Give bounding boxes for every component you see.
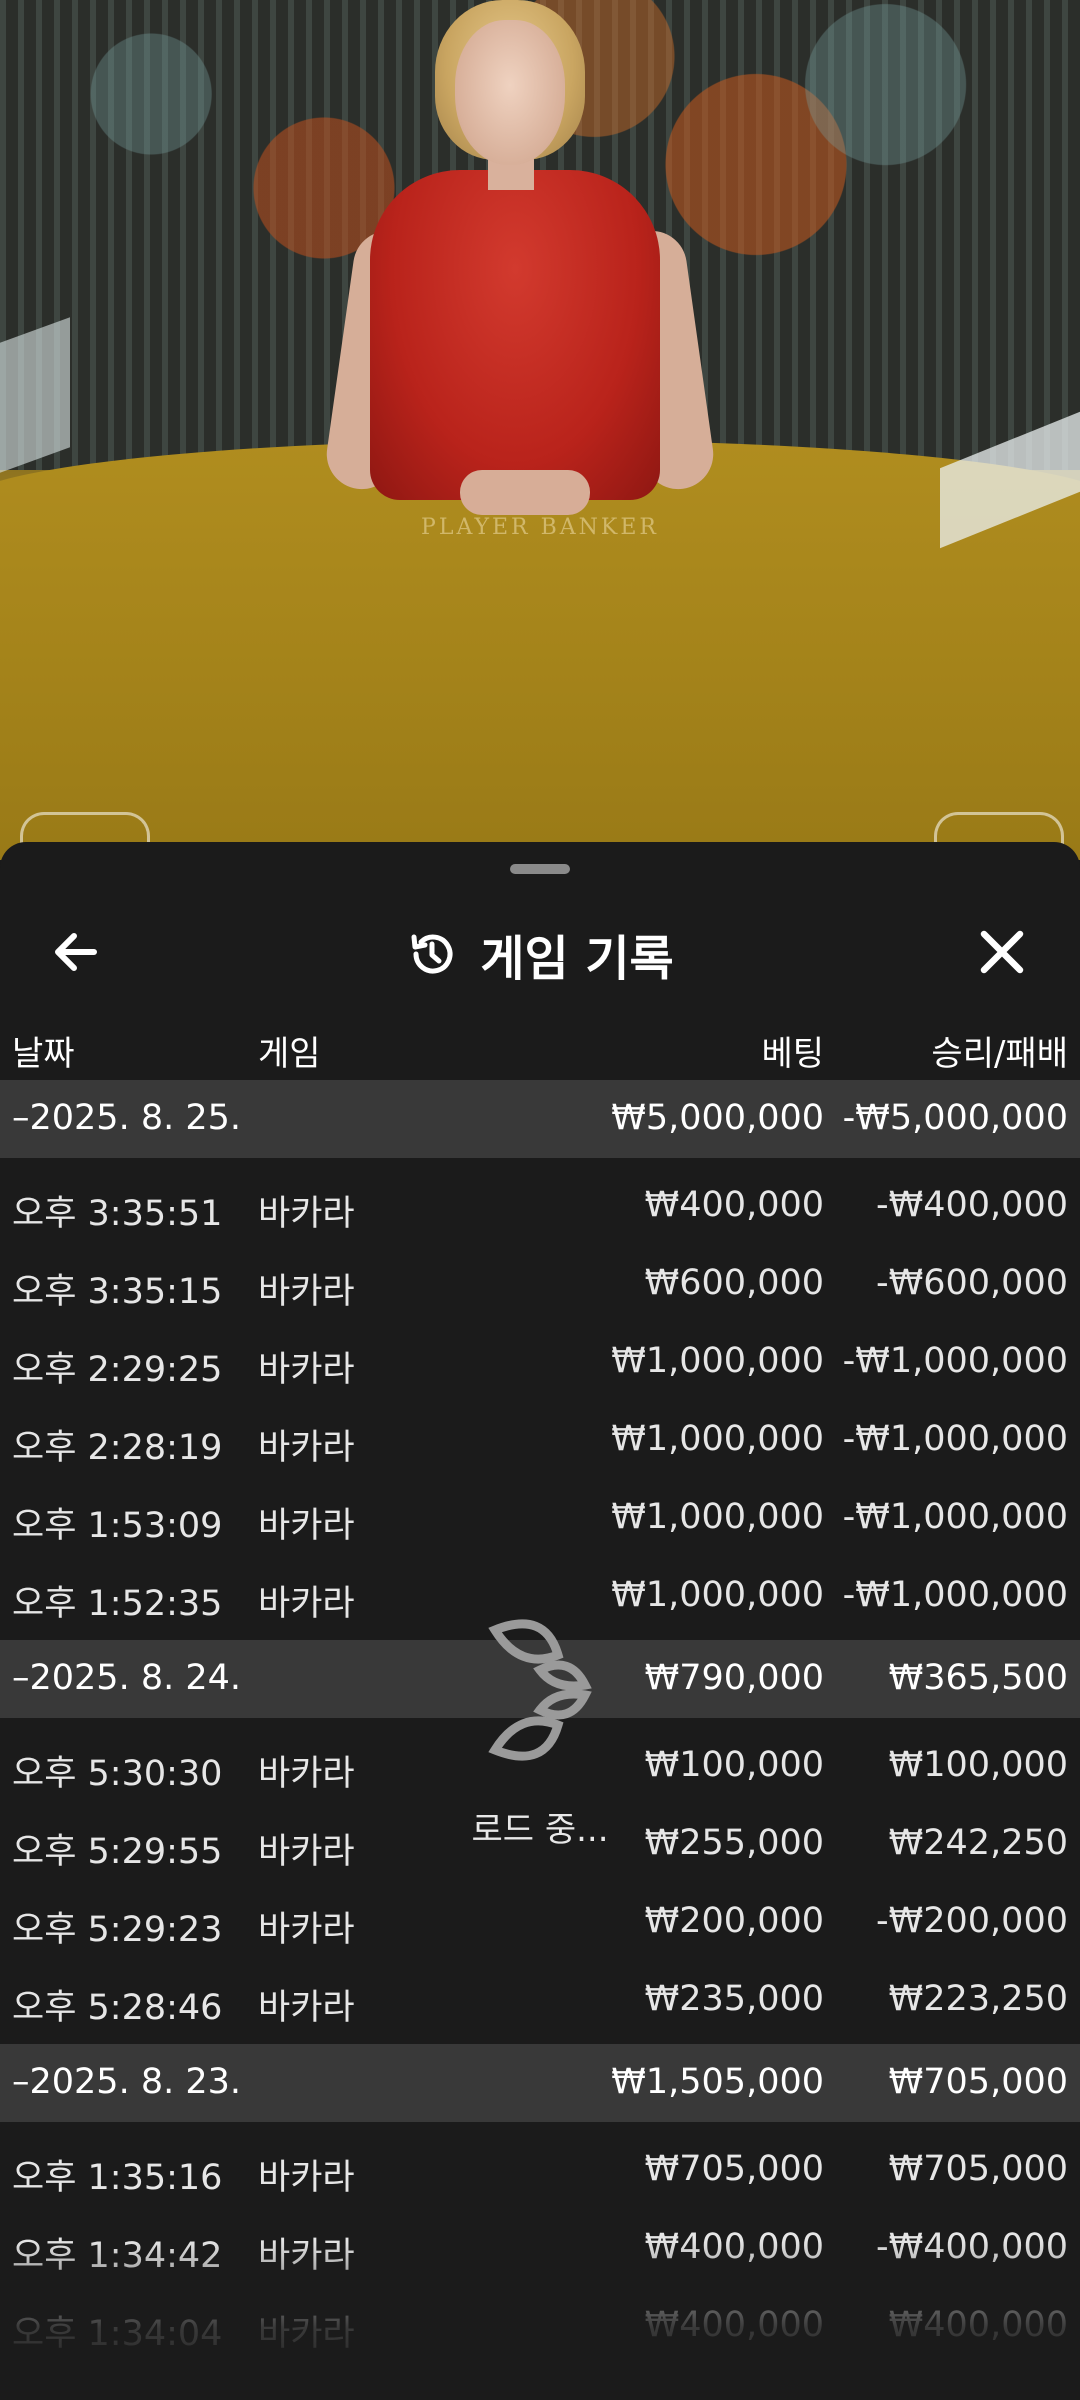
date-group-header[interactable]: –2025. 8. 23. ₩1,505,000 ₩705,000 [0,2044,1080,2122]
row-game: 바카라 [258,1754,355,1794]
group-bet-total: ₩1,505,000 [611,2062,824,2102]
row-result: -₩400,000 [876,2227,1068,2267]
live-video-stream: PLAYER BANKER [0,0,1080,860]
row-game: 바카라 [258,1194,355,1234]
row-time: 오후 1:35:16 [12,2158,223,2198]
column-result[interactable]: 승리/패배 [931,1026,1068,1075]
row-game: 바카라 [258,1584,355,1624]
sheet-grabber[interactable] [510,864,570,874]
loading-indicator: 로드 중... [450,1600,630,1850]
history-row[interactable]: 오후 2:28:19 바카라 ₩1,000,000 -₩1,000,000 [0,1399,1080,1477]
row-result: ₩223,250 [888,1979,1068,2019]
group-date: –2025. 8. 25. [12,1098,242,1138]
row-result: ₩100,000 [888,1745,1068,1785]
date-group-header[interactable]: –2025. 8. 25. ₩5,000,000 -₩5,000,000 [0,1080,1080,1158]
row-bet: ₩400,000 [644,1185,824,1225]
row-result: -₩1,000,000 [842,1575,1068,1615]
column-game[interactable]: 게임 [258,1026,321,1075]
row-time: 오후 1:34:42 [12,2236,223,2276]
row-result: -₩200,000 [876,1901,1068,1941]
history-row[interactable]: 오후 5:29:23 바카라 ₩200,000 -₩200,000 [0,1881,1080,1959]
column-date[interactable]: 날짜 [12,1026,75,1075]
close-icon [980,930,1024,974]
row-bet: ₩1,000,000 [611,1497,824,1537]
row-time: 오후 2:29:25 [12,1350,223,1390]
card-shoe [0,317,70,473]
row-result: -₩1,000,000 [842,1497,1068,1537]
history-clock-icon [411,934,453,974]
group-result-total: ₩365,500 [888,1658,1068,1698]
loading-text: 로드 중... [471,1810,609,1850]
row-bet: ₩1,000,000 [611,1419,824,1459]
row-bet: ₩600,000 [644,1263,824,1303]
row-result: ₩705,000 [888,2149,1068,2189]
row-time: 오후 3:35:15 [12,1272,223,1312]
row-game: 바카라 [258,1988,355,2028]
row-result: -₩1,000,000 [842,1419,1068,1459]
row-time: 오후 2:28:19 [12,1428,223,1468]
row-bet: ₩255,000 [644,1823,824,1863]
row-bet: ₩1,000,000 [611,1341,824,1381]
sheet-title: 게임 기록 [480,931,674,987]
history-row[interactable]: 오후 3:35:51 바카라 ₩400,000 -₩400,000 [0,1165,1080,1243]
group-result-total: -₩5,000,000 [842,1098,1068,1138]
row-time: 오후 5:30:30 [12,1754,223,1794]
column-headers: 날짜 게임 베팅 승리/패배 [0,1012,1080,1082]
row-game: 바카라 [258,2158,355,2198]
row-time: 오후 1:53:09 [12,1506,223,1546]
history-row[interactable]: 오후 2:29:25 바카라 ₩1,000,000 -₩1,000,000 [0,1321,1080,1399]
row-time: 오후 1:52:35 [12,1584,223,1624]
history-row[interactable]: 오후 1:35:16 바카라 ₩705,000 ₩705,000 [0,2129,1080,2207]
row-bet: ₩1,000,000 [611,1575,824,1615]
row-game: 바카라 [258,1832,355,1872]
row-game: 바카라 [258,1506,355,1546]
row-bet: ₩400,000 [644,2227,824,2267]
row-time: 오후 5:29:23 [12,1910,223,1950]
row-bet: ₩400,000 [644,2305,824,2345]
dealer [322,0,730,540]
row-bet: ₩100,000 [644,1745,824,1785]
group-date: –2025. 8. 23. [12,2062,242,2102]
history-row[interactable]: 오후 1:53:09 바카라 ₩1,000,000 -₩1,000,000 [0,1477,1080,1555]
row-bet: ₩235,000 [644,1979,824,2019]
group-bet-total: ₩5,000,000 [611,1098,824,1138]
row-game: 바카라 [258,1910,355,1950]
group-bet-total: ₩790,000 [644,1658,824,1698]
row-time: 오후 3:35:51 [12,1194,223,1234]
row-game: 바카라 [258,2236,355,2276]
row-result: -₩1,000,000 [842,1341,1068,1381]
history-row[interactable]: 오후 5:28:46 바카라 ₩235,000 ₩223,250 [0,1959,1080,2037]
row-bet: ₩705,000 [644,2149,824,2189]
sheet-header: 게임 기록 [0,898,1080,1010]
history-row[interactable]: 오후 1:34:42 바카라 ₩400,000 -₩400,000 [0,2207,1080,2285]
row-game: 바카라 [258,1350,355,1390]
row-bet: ₩200,000 [644,1901,824,1941]
row-time: 오후 1:34:04 [12,2314,223,2354]
row-time: 오후 5:28:46 [12,1988,223,2028]
row-result: -₩600,000 [876,1263,1068,1303]
history-row[interactable]: 오후 1:34:04 바카라 ₩400,000 ₩400,000 [0,2285,1080,2363]
row-result: ₩242,250 [888,1823,1068,1863]
row-time: 오후 5:29:55 [12,1832,223,1872]
row-result: -₩400,000 [876,1185,1068,1225]
group-date: –2025. 8. 24. [12,1658,242,1698]
row-game: 바카라 [258,2314,355,2354]
group-result-total: ₩705,000 [888,2062,1068,2102]
history-row[interactable]: 오후 3:35:15 바카라 ₩600,000 -₩600,000 [0,1243,1080,1321]
spinner-leaf-icon [488,1619,592,1761]
row-game: 바카라 [258,1272,355,1312]
close-button[interactable] [970,920,1034,984]
column-bet[interactable]: 베팅 [761,1026,824,1075]
row-game: 바카라 [258,1428,355,1468]
row-result: ₩400,000 [888,2305,1068,2345]
